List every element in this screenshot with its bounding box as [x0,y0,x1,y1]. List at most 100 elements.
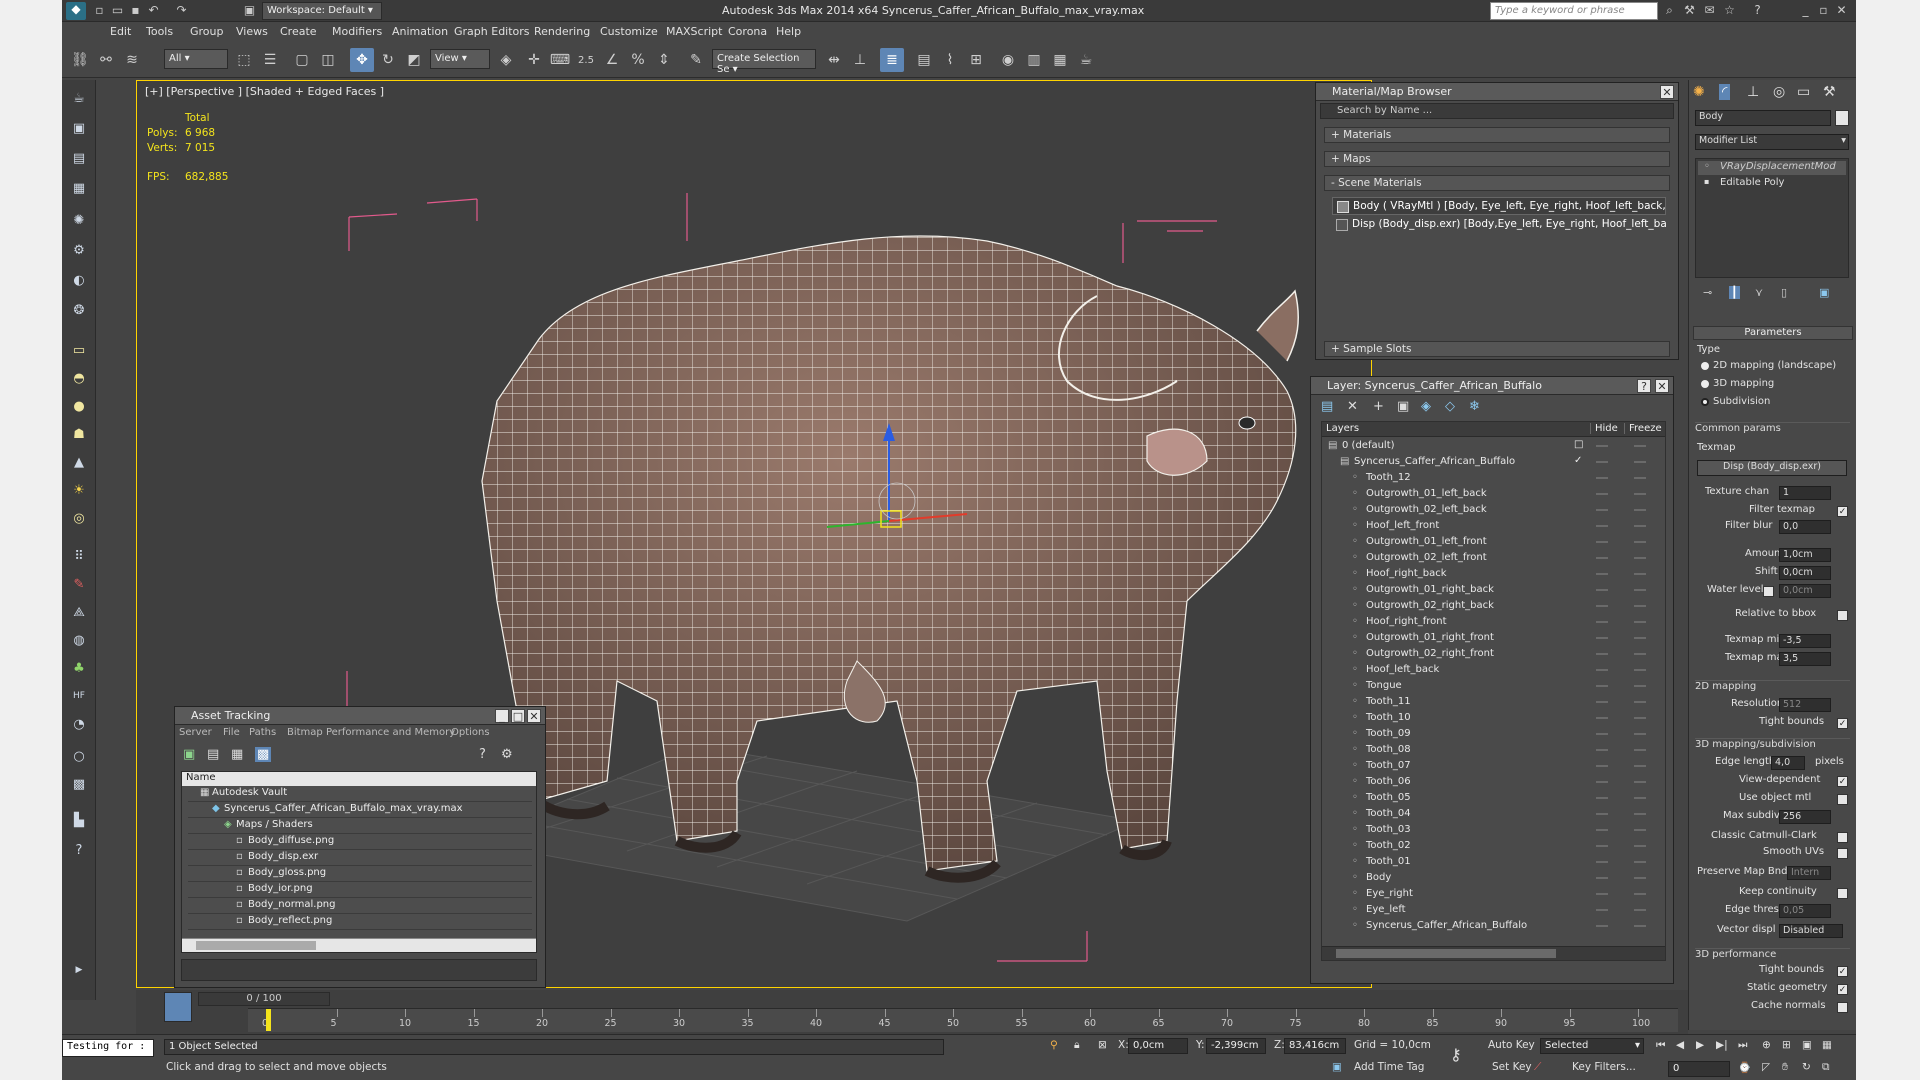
layer-create-icon[interactable]: ▤ [1321,399,1333,414]
show-end-result-icon[interactable]: ┃ [1729,286,1740,299]
menu-help[interactable]: Help [776,25,801,38]
freeze-toggle[interactable] [1634,461,1646,463]
menu-edit[interactable]: Edit [110,25,131,38]
vector-displ-dropdown[interactable]: Disabled [1779,924,1843,938]
paint-icon[interactable]: ✎ [69,574,89,594]
edge-thresh-field[interactable]: 0,05 [1779,904,1831,918]
hide-toggle[interactable] [1596,589,1608,591]
set-key-icon[interactable]: ⟋ [1534,1061,1541,1074]
hide-toggle[interactable] [1596,797,1608,799]
layer-row[interactable]: ◦ Body [1322,870,1665,886]
radio-icon[interactable] [1701,362,1709,370]
rollout-materials[interactable]: + Materials [1324,127,1670,143]
key-mode-dropdown[interactable]: Selected ▾ [1540,1038,1644,1054]
sun-icon[interactable]: ☀ [69,480,89,500]
shift-field[interactable]: 0,0cm [1779,566,1831,580]
rollout-sample-slots[interactable]: + Sample Slots [1324,341,1670,357]
layer-row[interactable]: ◦ Hoof_left_front [1322,518,1665,534]
freeze-toggle[interactable] [1634,781,1646,783]
hide-toggle[interactable] [1596,845,1608,847]
freeze-toggle[interactable] [1634,717,1646,719]
keyboard-shortcut-icon[interactable]: ⌨ [548,48,572,72]
teapot-prim-icon[interactable]: ☗ [69,424,89,444]
layer-horizontal-scrollbar[interactable] [1322,946,1665,960]
layer-row[interactable]: ◦ Tooth_07 [1322,758,1665,774]
select-by-name-icon[interactable]: ☰ [258,48,282,72]
layer-row[interactable]: ◦ Tooth_11 [1322,694,1665,710]
asset-row[interactable]: ◈ Maps / Shaders [188,818,532,834]
globe-icon[interactable]: ◍ [69,630,89,650]
maximize-icon[interactable]: □ [511,709,525,723]
workspace-dropdown[interactable]: Workspace: Default ▾ [262,2,382,20]
texmap-button[interactable]: Disp (Body_disp.exr) [1697,460,1847,476]
binoculars-icon[interactable]: ⌕ [1662,3,1677,18]
x-coordinate-field[interactable]: 0,0cm [1128,1038,1188,1054]
rendered-frame-icon[interactable]: ▦ [1048,48,1072,72]
layer-row[interactable]: ◦ Tooth_09 [1322,726,1665,742]
mini-curve-editor-icon[interactable] [164,992,192,1022]
freeze-toggle[interactable] [1634,813,1646,815]
tripod-icon[interactable]: ⟁ [69,602,89,622]
render-setup-icon[interactable]: ▥ [1022,48,1046,72]
freeze-toggle[interactable] [1634,669,1646,671]
reference-coord-dropdown[interactable]: View ▾ [430,49,490,69]
scene-material-disp[interactable]: Disp (Body_disp.exr) [Body,Eye_left, Eye… [1332,216,1666,234]
asset-menu-server[interactable]: Server [179,727,212,738]
hide-toggle[interactable] [1596,701,1608,703]
motion-tab-icon[interactable]: ◎ [1773,84,1785,100]
time-tag-icon[interactable]: ▣ [1332,1061,1342,1073]
layer-row[interactable]: ◦ Outgrowth_01_right_back [1322,582,1665,598]
freeze-toggle[interactable] [1634,653,1646,655]
remove-modifier-icon[interactable]: ▯ [1781,286,1787,299]
z-coordinate-field[interactable]: 83,416cm [1284,1038,1346,1054]
water-level-field[interactable]: 0,0cm [1779,584,1831,598]
selection-filter-dropdown[interactable]: All ▾ [164,49,228,69]
freeze-toggle[interactable] [1634,861,1646,863]
freeze-toggle[interactable] [1634,749,1646,751]
minimize-icon[interactable]: _ [495,709,509,723]
layer-row[interactable]: ◦ Tongue [1322,678,1665,694]
rollout-maps[interactable]: + Maps [1324,151,1670,167]
asset-horizontal-scrollbar[interactable] [182,938,536,952]
detail-view-icon[interactable]: ▦ [231,747,243,762]
hide-toggle[interactable] [1596,477,1608,479]
render-teapot-icon[interactable]: ☕ [1074,48,1098,72]
asset-menu-file[interactable]: File [223,727,240,738]
snaps-toggle-icon[interactable]: 2.5 [574,48,598,72]
radio-icon[interactable] [1701,380,1709,388]
menu-group[interactable]: Group [190,25,224,38]
archive-icon[interactable]: ▙ [69,810,89,830]
type-option-3d[interactable]: 3D mapping [1697,378,1850,394]
modify-tab-icon[interactable]: ◜ [1719,84,1731,100]
time-slider[interactable]: 0 / 100 [198,992,330,1006]
freeze-toggle[interactable] [1634,445,1646,447]
menu-customize[interactable]: Customize [600,25,658,38]
preserve-map-dropdown[interactable]: Intern [1787,866,1831,880]
teapot-icon[interactable]: ☕ [69,88,89,108]
project-folder-icon[interactable]: ▣ [242,3,257,18]
named-selection-dropdown[interactable]: Create Selection Se ▾ [712,49,816,75]
water-level-checkbox[interactable] [1763,586,1774,597]
layer-highlight-icon[interactable]: ◈ [1421,399,1431,414]
asset-scroll-thumb[interactable] [196,941,316,950]
texmap-max-field[interactable]: 3,5 [1779,652,1831,666]
layer-row[interactable]: ◦ Syncerus_Caffer_African_Buffalo [1322,918,1665,934]
hide-toggle[interactable] [1596,765,1608,767]
layer-row[interactable]: ▤ Syncerus_Caffer_African_Buffalo ✓ [1322,454,1665,470]
freeze-toggle[interactable] [1634,589,1646,591]
layer-row[interactable]: ◦ Tooth_06 [1322,774,1665,790]
pattern-icon[interactable]: ⠿ [69,546,89,566]
hide-toggle[interactable] [1596,893,1608,895]
maxscript-listener[interactable]: Testing for : [62,1039,154,1057]
layer-row[interactable]: ◦ Outgrowth_02_left_front [1322,550,1665,566]
object-color-swatch[interactable] [1835,110,1849,126]
layer-row[interactable]: ◦ Tooth_12 [1322,470,1665,486]
hide-toggle[interactable] [1596,509,1608,511]
y-coordinate-field[interactable]: -2,399cm [1206,1038,1266,1054]
cache-normals-checkbox[interactable] [1837,1002,1848,1013]
layer-row[interactable]: ◦ Hoof_right_front [1322,614,1665,630]
select-rotate-icon[interactable]: ↻ [376,48,400,72]
configure-sets-icon[interactable]: ▣ [1819,286,1829,299]
cone-icon[interactable]: ▲ [69,452,89,472]
table-view-icon[interactable]: ▩ [255,747,272,762]
